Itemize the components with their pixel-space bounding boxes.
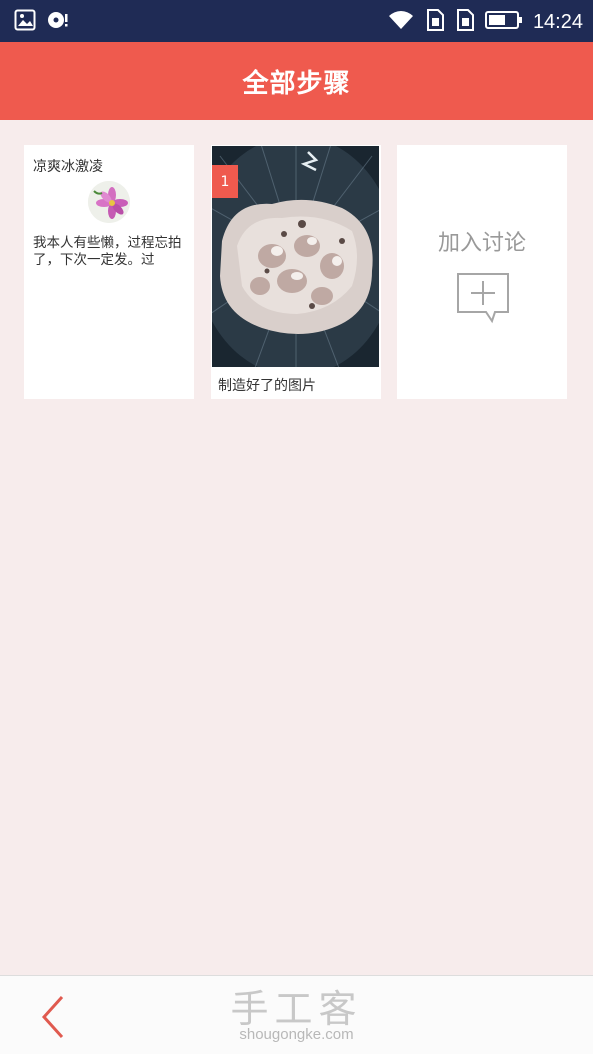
sim1-icon <box>425 8 445 36</box>
join-discussion-label: 加入讨论 <box>437 231 526 256</box>
steps-grid: 凉爽冰激凌 我本人有些懒，过程忘拍了，下次一定发。过 1 制造好了的图片 加入讨… <box>0 120 593 975</box>
battery-icon <box>484 10 523 34</box>
bottom-bar: 手工客 shougongke.com <box>0 975 593 1054</box>
join-discussion-card[interactable]: 加入讨论 <box>397 145 567 399</box>
add-comment-icon[interactable] <box>455 271 511 329</box>
intro-description: 我本人有些懒，过程忘拍了，下次一定发。过 <box>33 235 182 268</box>
page-title: 全部步骤 <box>242 68 351 99</box>
wifi-icon <box>387 9 415 35</box>
avatar[interactable] <box>88 181 130 223</box>
status-right: 14:24 <box>387 8 583 36</box>
step-number-badge: 1 <box>212 165 238 198</box>
sim2-icon <box>455 8 475 36</box>
step-caption: 制造好了的图片 <box>218 378 316 394</box>
brand-logo: 手工客 <box>230 987 363 1031</box>
status-left <box>14 9 70 35</box>
intro-title: 凉爽冰激凌 <box>33 159 103 175</box>
brand-domain: shougongke.com <box>239 1026 354 1043</box>
gallery-notification-icon <box>14 9 36 35</box>
clock: 14:24 <box>532 10 583 33</box>
intro-card[interactable]: 凉爽冰激凌 我本人有些懒，过程忘拍了，下次一定发。过 <box>24 145 194 399</box>
status-bar: 14:24 <box>0 0 593 42</box>
media-notification-icon <box>46 9 70 35</box>
title-bar: 全部步骤 <box>0 42 593 120</box>
step-card[interactable]: 1 制造好了的图片 <box>211 145 381 399</box>
